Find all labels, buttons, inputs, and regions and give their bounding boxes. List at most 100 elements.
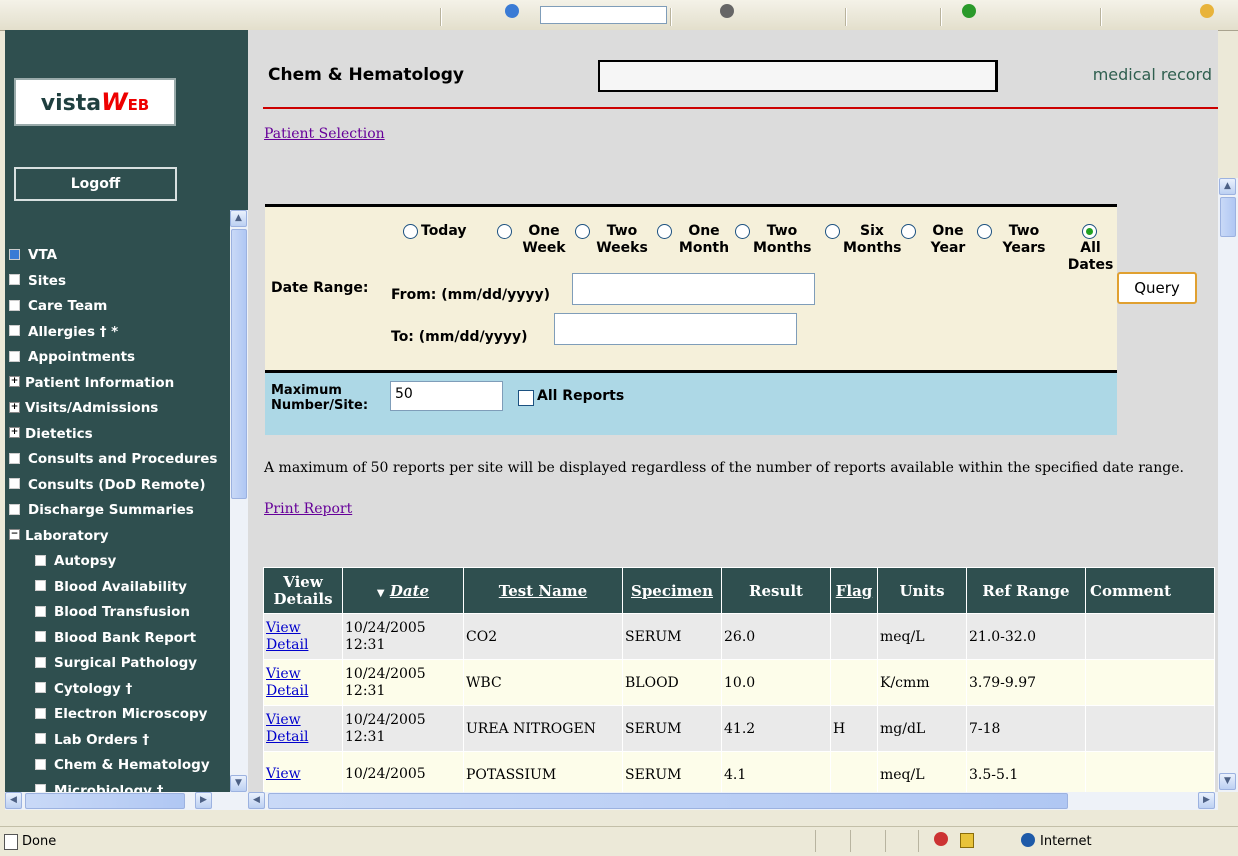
scroll-down-icon[interactable]: ▼ (1219, 773, 1236, 790)
radio-button[interactable] (901, 223, 916, 239)
view-detail-link[interactable]: View Detail (266, 712, 318, 746)
col-header-test[interactable]: Test Name (463, 567, 623, 614)
nav-item[interactable]: Care Team (5, 294, 230, 320)
nav-item-label[interactable]: Autopsy (54, 553, 116, 569)
content-vertical-scrollbar[interactable]: ▲ ▼ (1218, 178, 1238, 792)
cell-view[interactable]: View Detail (263, 613, 343, 660)
nav-item[interactable]: Allergies † * (5, 320, 230, 346)
from-date-input[interactable] (572, 273, 815, 305)
toolbar-input[interactable] (540, 6, 667, 24)
external-link-icon[interactable] (9, 248, 20, 260)
toolbar-icon[interactable] (505, 4, 519, 18)
bullet-icon[interactable] (35, 682, 46, 693)
col-header-flag[interactable]: Flag (830, 567, 878, 614)
nav-item-label[interactable]: VTA (28, 247, 57, 263)
nav-item-label[interactable]: Sites (28, 273, 66, 289)
nav-item[interactable]: Appointments (5, 345, 230, 371)
bullet-icon[interactable] (9, 299, 20, 311)
bullet-icon[interactable] (9, 452, 20, 464)
scroll-up-icon[interactable]: ▲ (230, 210, 247, 227)
radio-button[interactable] (977, 223, 992, 239)
col-header-specimen[interactable]: Specimen (622, 567, 722, 614)
nav-item[interactable]: + Visits/Admissions (5, 396, 230, 422)
nav-item-label[interactable]: Patient Information (25, 375, 174, 391)
nav-item-label[interactable]: Appointments (28, 349, 135, 365)
nav-item-label[interactable]: Blood Availability (54, 579, 187, 595)
scroll-right-icon[interactable]: ▶ (195, 792, 212, 809)
radio-button[interactable] (735, 223, 750, 239)
expand-icon[interactable]: + (9, 376, 20, 387)
view-detail-link[interactable]: View Detail (266, 620, 318, 654)
nav-item-label[interactable]: Consults and Procedures (28, 451, 217, 467)
cell-view[interactable]: View Detail (263, 659, 343, 706)
date-range-option[interactable]: Six Months (825, 223, 902, 257)
nav-item[interactable]: Cytology † (5, 677, 230, 703)
test-sort-link[interactable]: Test Name (499, 582, 587, 600)
date-range-option[interactable]: One Year (901, 223, 977, 257)
radio-button[interactable] (657, 223, 672, 239)
date-range-option[interactable]: Two Weeks (575, 223, 651, 257)
nav-item-label[interactable]: Surgical Pathology (54, 655, 197, 671)
radio-button[interactable] (497, 223, 512, 239)
radio-button[interactable] (1081, 223, 1097, 239)
collapse-icon[interactable]: − (9, 529, 20, 540)
scroll-left-icon[interactable]: ◀ (5, 792, 22, 809)
nav-item-label[interactable]: Allergies † * (28, 324, 118, 340)
print-report-link[interactable]: Print Report (264, 501, 352, 517)
bullet-icon[interactable] (35, 656, 46, 668)
scroll-left-icon[interactable]: ◀ (248, 792, 265, 809)
radio-button[interactable] (403, 223, 418, 239)
nav-item[interactable]: Autopsy (5, 549, 230, 575)
nav-horizontal-scrollbar[interactable]: ◀ ▶ (5, 792, 248, 810)
radio-button[interactable] (825, 223, 840, 239)
date-range-option[interactable]: One Month (657, 223, 733, 257)
patient-selection-link[interactable]: Patient Selection (264, 126, 385, 142)
date-range-option[interactable]: All Dates (1061, 223, 1117, 274)
bullet-icon[interactable] (9, 503, 20, 515)
privacy-icon[interactable] (934, 832, 948, 846)
bullet-icon[interactable] (35, 758, 46, 770)
date-range-option[interactable]: Two Years (977, 223, 1053, 257)
nav-item-label[interactable]: Microbiology † (54, 783, 163, 793)
bullet-icon[interactable] (35, 733, 46, 744)
nav-item[interactable]: Microbiology † (5, 779, 230, 793)
date-range-option[interactable]: One Week (497, 223, 573, 257)
expand-icon[interactable]: + (9, 401, 20, 413)
query-button[interactable]: Query (1117, 272, 1197, 304)
bullet-icon[interactable] (9, 478, 20, 489)
nav-item-label[interactable]: Blood Bank Report (54, 630, 196, 646)
nav-item[interactable]: Consults and Procedures (5, 447, 230, 473)
content-horizontal-scrollbar[interactable]: ◀ ▶ (248, 792, 1218, 810)
nav-item[interactable]: Blood Transfusion (5, 600, 230, 626)
nav-item[interactable]: Consults (DoD Remote) (5, 473, 230, 499)
scroll-thumb[interactable] (25, 793, 185, 809)
expand-icon[interactable]: + (9, 427, 20, 438)
nav-item[interactable]: Electron Microscopy (5, 702, 230, 728)
nav-item-label[interactable]: Discharge Summaries (28, 502, 194, 518)
bullet-icon[interactable] (35, 631, 46, 642)
toolbar-icon[interactable] (962, 4, 976, 18)
nav-item-label[interactable]: Consults (DoD Remote) (28, 477, 205, 493)
cell-view[interactable]: View (263, 751, 343, 792)
nav-item[interactable]: VTA (5, 243, 230, 269)
nav-item-label[interactable]: Cytology † (54, 681, 132, 697)
bullet-icon[interactable] (9, 350, 20, 362)
date-range-option[interactable]: Two Months (735, 223, 812, 257)
nav-item[interactable]: Chem & Hematology (5, 753, 230, 779)
bullet-icon[interactable] (35, 605, 46, 617)
scroll-right-icon[interactable]: ▶ (1198, 792, 1215, 809)
view-detail-link[interactable]: View Detail (266, 666, 318, 700)
nav-item-label[interactable]: Dietetics (25, 426, 93, 442)
date-range-option[interactable]: Today (403, 223, 466, 240)
col-header-date[interactable]: ▼ Date (342, 567, 464, 614)
nav-item-label[interactable]: Care Team (28, 298, 107, 314)
nav-item[interactable]: Surgical Pathology (5, 651, 230, 677)
bullet-icon[interactable] (35, 784, 46, 792)
bullet-icon[interactable] (9, 274, 20, 285)
scroll-thumb[interactable] (1220, 197, 1236, 237)
view-detail-link[interactable]: View (266, 766, 301, 783)
lock-icon[interactable] (960, 833, 974, 848)
max-number-input[interactable]: 50 (390, 381, 503, 411)
sort-desc-icon[interactable]: ▼ (377, 588, 385, 599)
nav-item-label[interactable]: Laboratory (25, 528, 109, 544)
